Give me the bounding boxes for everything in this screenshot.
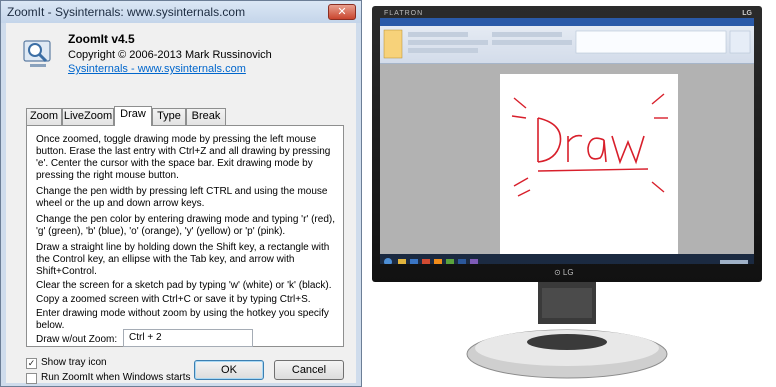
dialog-client-area: ZoomIt v4.5 Copyright © 2006-2013 Mark R…	[6, 23, 356, 384]
sysinternals-link[interactable]: Sysinternals - www.sysinternals.com	[68, 63, 246, 75]
lg-corner-logo: LG	[742, 10, 752, 17]
monitor-brand-tag: FLATRON	[384, 10, 424, 17]
word-ribbon	[380, 18, 754, 64]
draw-instructions-1: Once zoomed, toggle drawing mode by pres…	[36, 134, 331, 181]
zoomit-app-icon	[23, 40, 51, 67]
draw-instructions-6: Copy a zoomed screen with Ctrl+C or save…	[36, 294, 311, 305]
close-icon: ✕	[337, 6, 347, 18]
monitor-stand	[466, 282, 668, 379]
app-name: ZoomIt v4.5	[68, 32, 135, 46]
tab-livezoom[interactable]: LiveZoom	[62, 108, 114, 125]
cancel-button[interactable]: Cancel	[274, 360, 344, 380]
windows-taskbar	[380, 254, 754, 264]
tab-break[interactable]: Break	[186, 108, 226, 125]
taskbar-icons	[384, 258, 748, 264]
tab-type[interactable]: Type	[152, 108, 186, 125]
run-at-startup-checkbox[interactable]	[26, 373, 37, 384]
checkmark-icon: ✓	[27, 358, 36, 368]
draw-instructions-3: Change the pen color by entering drawing…	[36, 214, 335, 237]
draw-without-zoom-hotkey-field[interactable]: Ctrl + 2	[123, 329, 253, 347]
show-tray-icon-label: Show tray icon	[41, 357, 107, 368]
copyright-text: Copyright © 2006-2013 Mark Russinovich	[68, 49, 272, 61]
title-bar[interactable]: ZoomIt - Sysinternals: www.sysinternals.…	[1, 1, 361, 23]
word-title-strip	[380, 18, 754, 26]
draw-annotation	[511, 93, 668, 197]
window-title: ZoomIt - Sysinternals: www.sysinternals.…	[7, 5, 246, 19]
monitor-photo: FLATRON LG ⊙ LG	[362, 0, 776, 387]
monitor-bezel: FLATRON LG ⊙ LG	[372, 6, 762, 282]
ok-button[interactable]: OK	[194, 360, 264, 380]
run-at-startup-label: Run ZoomIt when Windows starts	[41, 372, 191, 383]
tab-zoom[interactable]: Zoom	[26, 108, 62, 125]
close-button[interactable]: ✕	[328, 4, 356, 20]
draw-tab-panel: Once zoomed, toggle drawing mode by pres…	[26, 125, 344, 347]
document-page	[500, 74, 678, 254]
show-tray-icon-checkbox[interactable]: ✓	[26, 358, 37, 369]
lg-logo: ⊙ LG	[554, 268, 574, 277]
zoomit-options-dialog: ZoomIt - Sysinternals: www.sysinternals.…	[0, 0, 362, 387]
draw-instructions-4: Draw a straight line by holding down the…	[36, 242, 330, 277]
draw-instructions-2: Change the pen width by pressing left CT…	[36, 186, 328, 209]
monitor-screen	[380, 18, 754, 264]
draw-without-zoom-label: Draw w/out Zoom:	[36, 334, 118, 345]
tab-draw[interactable]: Draw	[114, 106, 152, 126]
word-document-area	[380, 64, 754, 254]
draw-instructions-5: Clear the screen for a sketch pad by typ…	[36, 280, 332, 291]
